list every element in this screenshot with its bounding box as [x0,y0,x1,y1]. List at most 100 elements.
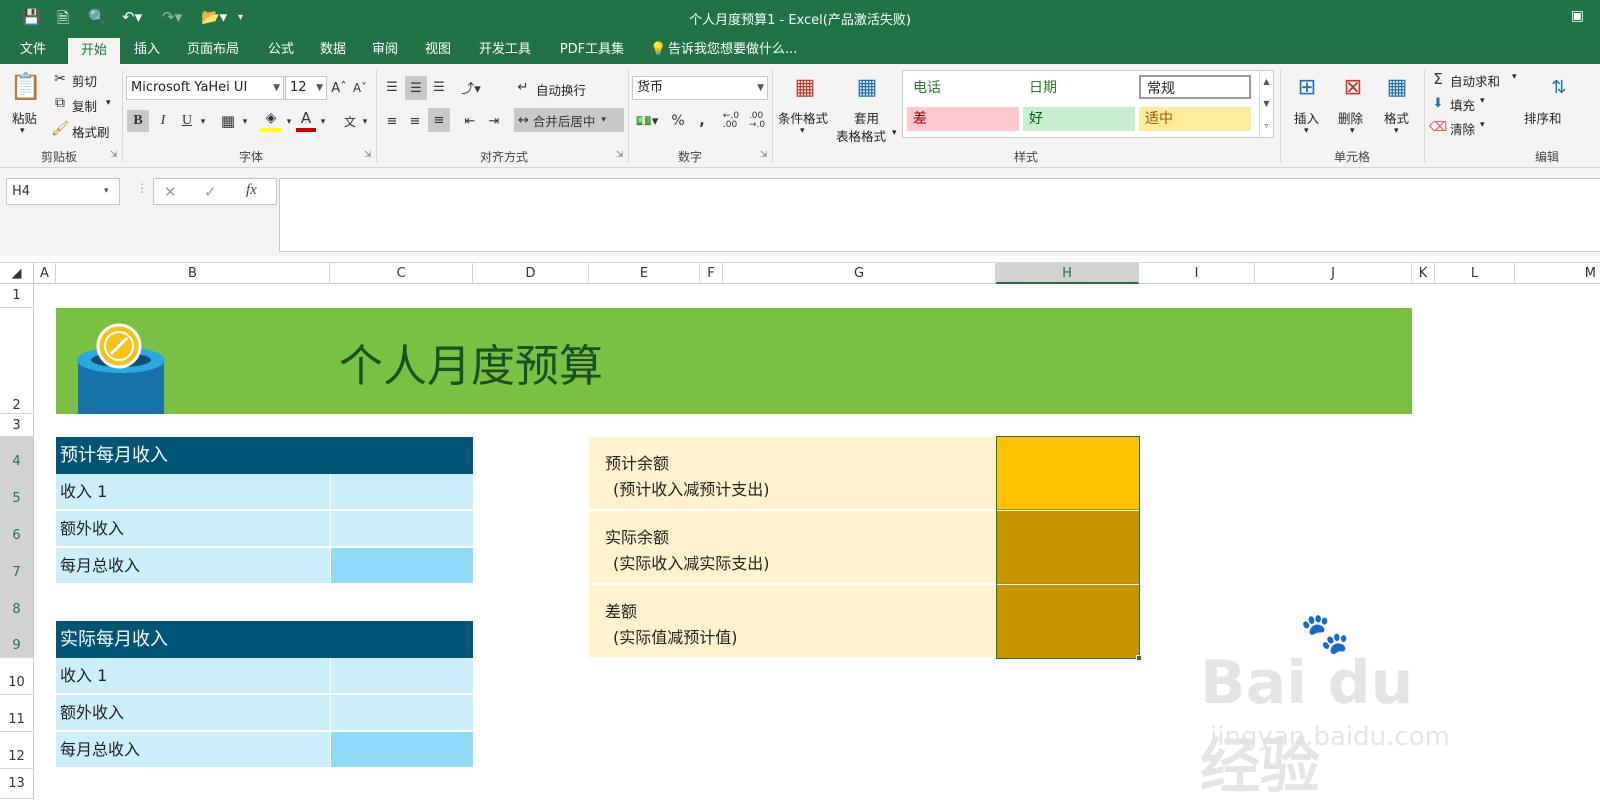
row-header-4[interactable]: 4 [0,437,33,474]
align-right-icon[interactable]: ≡ [428,108,450,132]
font-color-dropdown-icon[interactable]: ▾ [318,114,328,130]
conditional-formatting-icon[interactable]: ▦ [788,70,822,104]
paste-icon[interactable]: 📋 [10,70,42,104]
number-format-select[interactable]: 货币 ▼ [632,76,768,100]
tell-me-search[interactable]: 告诉我您想要做什么... [668,36,808,64]
row-header-3[interactable]: 3 [0,414,33,437]
align-middle-icon[interactable]: ☰ [405,76,427,100]
clipboard-launcher-icon[interactable]: ⇲ [110,150,118,160]
row-header-9[interactable]: 9 [0,621,33,658]
autosum-button[interactable]: 自动求和 [1450,71,1500,90]
tab-insert[interactable]: 插入 [124,36,170,64]
row-header-8[interactable]: 8 [0,585,33,621]
underline-button[interactable]: U [176,110,198,132]
paste-button[interactable]: 粘贴 [12,108,37,127]
align-top-icon[interactable]: ☰ [382,76,402,98]
column-header-m[interactable]: M [1515,263,1600,284]
column-header-f[interactable]: F [700,263,723,284]
tab-pdf-tools[interactable]: PDF工具集 [552,36,632,64]
formula-bar-grip-icon[interactable]: ⋮ [136,181,148,195]
wrap-text-icon[interactable]: ↵ [514,76,532,98]
income-1-label[interactable]: 收入 1 [56,658,330,694]
style-good[interactable]: 好 [1023,107,1135,131]
underline-dropdown-icon[interactable]: ▾ [198,114,208,130]
row-header-1[interactable]: 1 [0,284,33,308]
format-painter-icon[interactable]: 🖌 [51,120,69,138]
total-income-cell[interactable] [331,732,473,768]
extra-income-label[interactable]: 额外收入 [56,695,330,731]
copy-button[interactable]: 复制 [72,96,97,115]
gallery-scroll[interactable]: ▲ ▼ ▿ [1259,71,1273,137]
row-header-7[interactable]: 7 [0,548,33,585]
name-box-dropdown-icon[interactable]: ▾ [104,186,109,196]
italic-button[interactable]: I [152,110,174,132]
column-header-a[interactable]: A [34,263,56,284]
formula-input[interactable] [279,178,1600,252]
style-date[interactable]: 日期 [1023,76,1135,100]
font-name-select[interactable]: Microsoft YaHei UI ▼ [126,76,284,100]
cut-button[interactable]: 剪切 [72,71,97,90]
style-phone[interactable]: 电话 [907,76,1019,100]
decrease-font-icon[interactable]: Aˇ [352,78,368,98]
column-header-j[interactable]: J [1255,263,1412,284]
column-header-g[interactable]: G [723,263,996,284]
font-size-select[interactable]: 12 ▼ [285,76,327,100]
cancel-icon[interactable]: ✕ [164,183,177,201]
increase-decimal-icon[interactable]: ←.0.00 [720,110,742,132]
select-all-corner[interactable]: ◢ [0,263,34,284]
column-header-c[interactable]: C [330,263,473,284]
ribbon-display-options-icon[interactable]: ▣ [1571,8,1584,24]
row-header-2[interactable]: 2 [0,308,33,414]
row-header-6[interactable]: 6 [0,511,33,548]
row-header-12[interactable]: 12 [0,732,33,769]
tab-review[interactable]: 审阅 [362,36,408,64]
tab-data[interactable]: 数据 [310,36,356,64]
difference-label[interactable]: 差额 [605,598,637,622]
actual-balance-label[interactable]: 实际余额 [605,524,669,548]
format-painter-button[interactable]: 格式刷 [72,122,110,141]
row-header-13[interactable]: 13 [0,769,33,799]
borders-dropdown-icon[interactable]: ▾ [240,114,250,130]
alignment-launcher-icon[interactable]: ⇲ [616,150,624,160]
name-box[interactable]: H4 [6,178,120,205]
comma-style-icon[interactable]: , [692,110,712,132]
format-as-table-label-2[interactable]: 表格格式 [836,126,886,145]
align-left-icon[interactable]: ≡ [382,110,402,132]
column-header-k[interactable]: K [1412,263,1435,284]
column-header-i[interactable]: I [1139,263,1255,284]
row-header-10[interactable]: 10 [0,658,33,695]
fill-color-icon[interactable]: ◈ [260,108,282,132]
income-1-cell[interactable] [331,474,473,510]
confirm-icon[interactable]: ✓ [204,183,217,201]
planned-balance-label[interactable]: 预计余额 [605,450,669,474]
wrap-text-button[interactable]: 自动换行 [536,80,586,99]
delete-cells-button[interactable]: 删除 [1338,108,1363,127]
row-header-11[interactable]: 11 [0,695,33,732]
decrease-decimal-icon[interactable]: .00 →.0 [746,110,768,132]
autosum-icon[interactable]: Σ [1430,69,1446,89]
increase-font-icon[interactable]: Aˆ [331,78,347,98]
tab-home[interactable]: 开始 [68,38,120,64]
style-normal[interactable]: 常规 [1139,75,1251,99]
clear-icon[interactable]: ⌫ [1429,117,1447,137]
column-header-b[interactable]: B [56,263,330,284]
bold-button[interactable]: B [127,110,149,132]
delete-cells-icon[interactable]: ⊠ [1336,70,1370,104]
format-cells-icon[interactable]: ▦ [1380,70,1414,104]
tab-file[interactable]: 文件 [10,36,56,64]
tab-view[interactable]: 视图 [415,36,461,64]
fill-handle[interactable] [1136,655,1142,661]
insert-function-icon[interactable]: fx [246,182,257,199]
font-color-icon[interactable]: A [296,108,316,132]
format-as-table-icon[interactable]: ▦ [850,70,884,104]
copy-icon[interactable]: ⧉ [52,94,68,112]
borders-icon[interactable]: ▦ [218,110,238,132]
fill-color-dropdown-icon[interactable]: ▾ [284,114,294,130]
phonetic-icon[interactable]: 文 [340,110,360,132]
insert-cells-button[interactable]: 插入 [1294,108,1319,127]
clear-button[interactable]: 清除 [1450,119,1475,138]
sort-filter-icon[interactable]: ⇅ [1542,70,1576,104]
phonetic-dropdown-icon[interactable]: ▾ [360,114,370,130]
tab-developer[interactable]: 开发工具 [472,36,538,64]
font-launcher-icon[interactable]: ⇲ [364,150,372,160]
